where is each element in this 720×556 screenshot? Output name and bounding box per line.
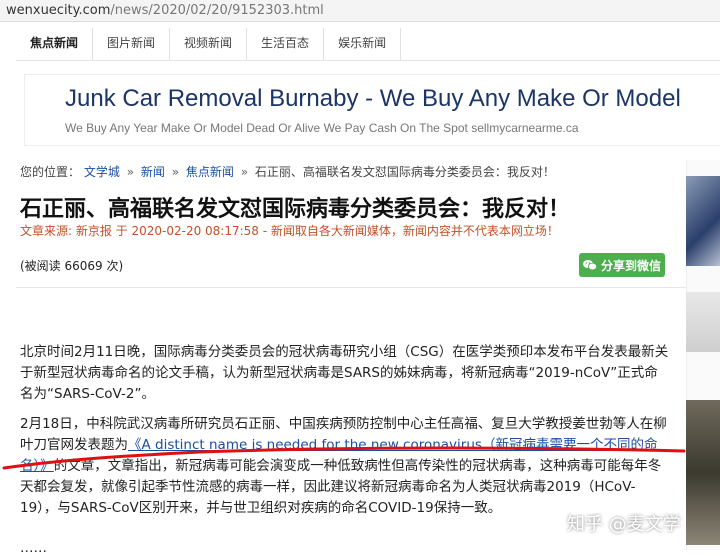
url-path: /news/2020/02/20/9152303.html bbox=[110, 3, 324, 18]
divider bbox=[16, 287, 686, 288]
ad-subtitle[interactable]: We Buy Any Year Make Or Model Dead Or Al… bbox=[65, 121, 579, 135]
article-meta: 文章来源: 新京报 于 2020-02-20 08:17:58 - 新闻取自各大… bbox=[20, 224, 559, 238]
breadcrumb-separator: » bbox=[240, 165, 249, 179]
share-wechat-label: 分享到微信 bbox=[600, 258, 661, 273]
sidebar-thumbnail-3[interactable] bbox=[686, 400, 720, 545]
wechat-icon bbox=[582, 260, 597, 271]
breadcrumb-item-wenxuecity[interactable]: 文学城 bbox=[84, 165, 120, 179]
sidebar-thumbnail-1[interactable] bbox=[686, 176, 720, 266]
sidebar-thumbnail-2[interactable] bbox=[686, 292, 720, 352]
nav-item-entertainment[interactable]: 娱乐新闻 bbox=[324, 28, 402, 60]
url-host: wenxuecity.com bbox=[6, 3, 111, 18]
nav-item-life[interactable]: 生活百态 bbox=[247, 28, 325, 60]
breadcrumb-current: 石正丽、高福联名发文怼国际病毒分类委员会：我反对！ bbox=[254, 165, 555, 179]
breadcrumb-prefix: 您的位置： bbox=[20, 165, 81, 179]
article-paragraph-3-partial: …… bbox=[20, 540, 47, 556]
nav-item-focus-news[interactable]: 焦点新闻 bbox=[16, 28, 94, 60]
article-paragraph-2: 2月18日，中科院武汉病毒所研究员石正丽、中国疾病预防控制中心主任高福、复旦大学… bbox=[20, 414, 670, 519]
breadcrumb: 您的位置： 文学城 » 新闻 » 焦点新闻 » 石正丽、高福联名发文怼国际病毒分… bbox=[20, 163, 555, 180]
breadcrumb-item-news[interactable]: 新闻 bbox=[141, 165, 165, 179]
article-title: 石正丽、高福联名发文怼国际病毒分类委员会：我反对！ bbox=[20, 197, 571, 222]
share-wechat-button[interactable]: 分享到微信 bbox=[579, 253, 665, 277]
nav-item-video-news[interactable]: 视频新闻 bbox=[170, 28, 248, 60]
read-count: (被阅读 66069 次) bbox=[20, 259, 124, 273]
breadcrumb-separator: » bbox=[126, 165, 135, 179]
breadcrumb-item-focus-news[interactable]: 焦点新闻 bbox=[186, 165, 234, 179]
breadcrumb-separator: » bbox=[171, 165, 180, 179]
article-paragraph-1: 北京时间2月11日晚，国际病毒分类委员会的冠状病毒研究小组（CSG）在医学类预印… bbox=[20, 344, 669, 402]
top-nav: 焦点新闻 图片新闻 视频新闻 生活百态 娱乐新闻 bbox=[16, 28, 720, 61]
zhihu-watermark: 知乎 @麦文学 bbox=[567, 514, 681, 535]
ad-banner[interactable]: Junk Car Removal Burnaby - We Buy Any Ma… bbox=[24, 74, 720, 146]
nav-item-photo-news[interactable]: 图片新闻 bbox=[93, 28, 171, 60]
paragraph-2-body: 的文章，文章指出，新冠病毒可能会演变成一种低致病性但高传染性的冠状病毒，这种病毒… bbox=[20, 458, 662, 516]
ad-title[interactable]: Junk Car Removal Burnaby - We Buy Any Ma… bbox=[65, 85, 681, 113]
address-bar[interactable]: wenxuecity.com/news/2020/02/20/9152303.h… bbox=[0, 0, 720, 22]
